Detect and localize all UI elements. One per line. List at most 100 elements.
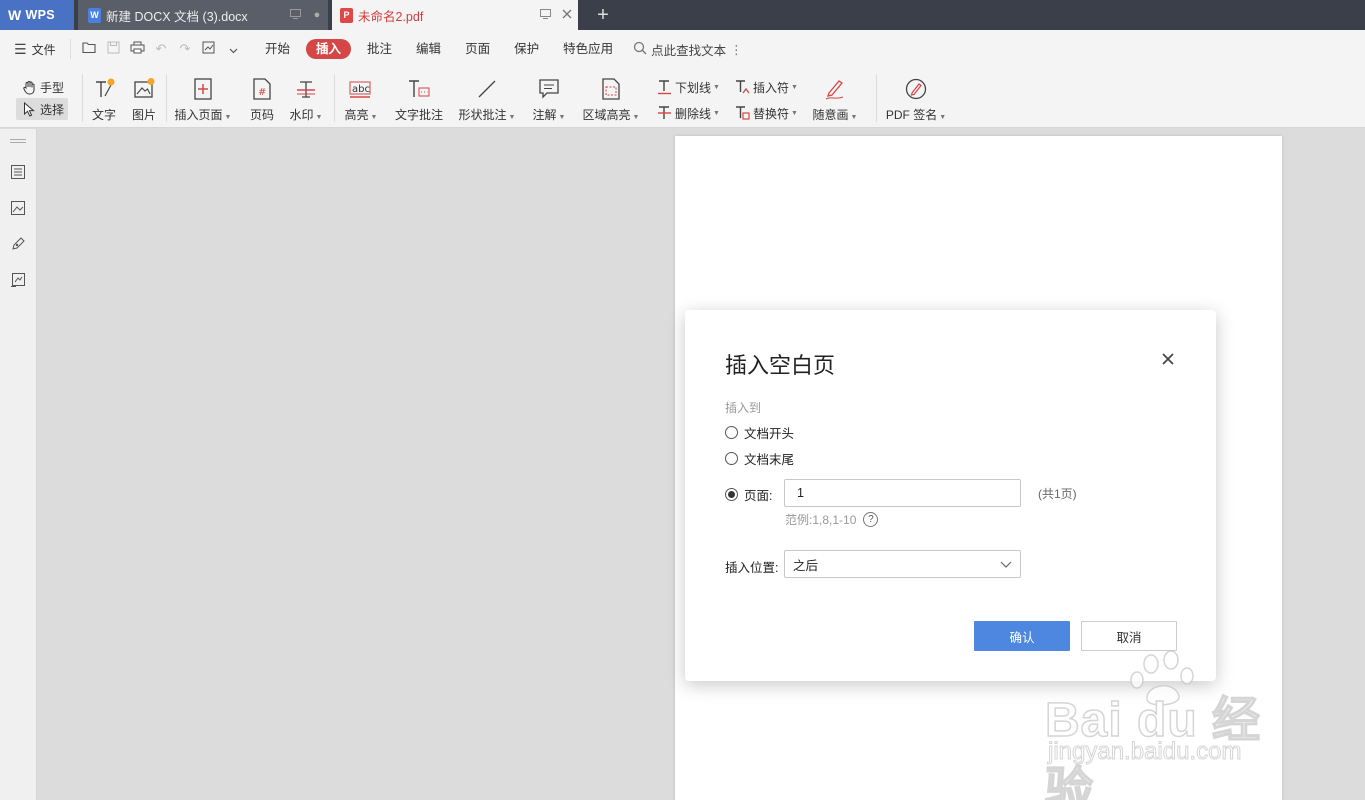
replace-mark-button[interactable]: 替换符 ▼: [733, 102, 805, 124]
insert-text-label: 文字: [91, 108, 116, 122]
tab-edit[interactable]: 编辑: [404, 39, 453, 59]
add-page-icon: [190, 76, 216, 102]
hand-icon: [20, 80, 38, 95]
confirm-button[interactable]: 确认: [974, 621, 1070, 651]
page-number-input[interactable]: [784, 479, 1021, 507]
page-total-label: (共1页): [1038, 487, 1077, 501]
outline-list-icon[interactable]: [8, 162, 28, 182]
ribbon-divider: [876, 74, 877, 122]
select-tool-label: 选择: [40, 102, 65, 117]
find-text-label: 点此查找文本: [651, 43, 727, 58]
freehand-button[interactable]: 随意画 ▼: [810, 68, 860, 128]
underline-icon: [655, 79, 673, 95]
hand-tool-button[interactable]: 手型: [16, 76, 68, 98]
radio-circle[interactable]: [725, 426, 738, 439]
help-question-icon[interactable]: ?: [863, 512, 879, 527]
note-bubble-icon: [536, 76, 562, 102]
cancel-button[interactable]: 取消: [1081, 621, 1177, 651]
annotation-pen-icon[interactable]: [8, 234, 28, 254]
unsaved-dot-icon[interactable]: ●: [306, 9, 328, 21]
radio-circle-selected[interactable]: [725, 488, 738, 501]
radio-document-start[interactable]: 文档开头: [725, 423, 794, 442]
monitor-icon[interactable]: [284, 8, 306, 22]
export-image-icon[interactable]: [197, 41, 221, 57]
close-icon[interactable]: [1159, 350, 1177, 368]
menu-tabs: 开始 插入 批注 编辑 页面 保护 特色应用: [253, 39, 625, 59]
underline-button[interactable]: 下划线 ▼: [655, 76, 725, 98]
tab-pdf-document[interactable]: P 未命名2.pdf: [332, 0, 578, 30]
watermark-icon: [293, 76, 319, 102]
tab-special-apps[interactable]: 特色应用: [551, 39, 625, 59]
insert-position-select[interactable]: 之后: [784, 550, 1021, 578]
new-tab-button[interactable]: +: [590, 0, 616, 30]
redo-icon[interactable]: ↷: [173, 41, 197, 57]
undo-icon[interactable]: ↶: [149, 41, 173, 57]
signature-panel-icon[interactable]: [8, 270, 28, 290]
page-range-example: 范例:1,8,1-10 ?: [785, 511, 879, 528]
strikethrough-icon: [655, 105, 673, 121]
monitor-icon[interactable]: [534, 8, 556, 22]
file-menu-button[interactable]: ☰ 文件: [0, 41, 70, 58]
quick-access-toolbar: ↶ ↷: [70, 39, 245, 59]
signature-pen-icon: [903, 76, 929, 102]
freehand-label: 随意画 ▼: [812, 108, 858, 122]
line-shape-icon: [474, 76, 500, 102]
insert-page-button[interactable]: 插入页面 ▼: [172, 68, 234, 128]
thumbnail-image-icon[interactable]: [8, 198, 28, 218]
radio-page[interactable]: 页面:: [725, 485, 772, 504]
open-folder-icon[interactable]: [77, 41, 101, 57]
annotation-button[interactable]: 注解 ▼: [530, 68, 568, 128]
tab-docx-title: 新建 DOCX 文档 (3).docx: [106, 9, 248, 24]
wps-home-tab[interactable]: W WPS: [0, 0, 74, 30]
annotation-label: 注解 ▼: [532, 108, 566, 122]
wps-label: WPS: [25, 8, 55, 22]
underline-label: 下划线: [675, 80, 712, 95]
insert-mark-label: 插入符: [753, 80, 790, 95]
print-icon[interactable]: [125, 41, 149, 57]
radio-page-label: 页面:: [744, 489, 773, 503]
ribbon-divider: [82, 74, 83, 122]
watermark-button[interactable]: 水印 ▼: [288, 68, 324, 128]
select-tool-button[interactable]: 选择: [16, 98, 68, 120]
insert-mark-button[interactable]: 插入符 ▼: [733, 76, 805, 98]
tab-start[interactable]: 开始: [253, 39, 302, 59]
insert-position-value: 之后: [793, 558, 819, 573]
shape-comment-button[interactable]: 形状批注 ▼: [457, 68, 517, 128]
image-icon: [131, 76, 157, 102]
tab-insert[interactable]: 插入: [306, 39, 352, 59]
close-tab-icon[interactable]: [556, 9, 578, 22]
tab-page[interactable]: 页面: [453, 39, 502, 59]
ribbon-divider: [334, 74, 335, 122]
title-tab-bar: W WPS W 新建 DOCX 文档 (3).docx ● P 未命名2.pdf…: [0, 0, 1365, 30]
highlight-button[interactable]: abc 高亮 ▼: [342, 68, 380, 128]
area-highlight-button[interactable]: 区域高亮 ▼: [582, 68, 640, 128]
page-number-button[interactable]: # 页码: [245, 68, 279, 128]
sidebar-grip-handle[interactable]: [10, 139, 26, 143]
text-comment-button[interactable]: 文字批注: [393, 68, 445, 128]
find-text-button[interactable]: 点此查找文本 ⋮: [633, 40, 743, 59]
text-mark-group-1: 下划线 ▼ 删除线 ▼: [655, 76, 725, 136]
chevron-down-icon[interactable]: [221, 42, 245, 57]
save-icon[interactable]: [101, 41, 125, 57]
insert-page-label: 插入页面 ▼: [174, 108, 232, 122]
file-menu-label: 文件: [31, 42, 56, 57]
insert-image-button[interactable]: 图片: [128, 68, 160, 128]
insert-blank-page-dialog: 插入空白页 插入到 文档开头 文档末尾 页面: (共1页) 范例:1,8,1-1…: [685, 310, 1216, 681]
radio-circle[interactable]: [725, 452, 738, 465]
radio-document-end[interactable]: 文档末尾: [725, 449, 794, 468]
highlight-label: 高亮 ▼: [344, 108, 378, 122]
tab-docx-document[interactable]: W 新建 DOCX 文档 (3).docx ●: [78, 0, 328, 30]
svg-text:abc: abc: [352, 84, 370, 95]
insert-text-button[interactable]: 文字: [88, 68, 120, 128]
tab-comment[interactable]: 批注: [355, 39, 404, 59]
pdf-file-icon: P: [340, 7, 353, 23]
insert-ribbon: 手型 选择 文字 图片 插入页面 ▼ # 页码 水印 ▼ abc 高亮 ▼ 文字…: [0, 68, 1365, 128]
area-highlight-icon: [598, 76, 624, 102]
cursor-arrow-icon: [20, 101, 38, 117]
hamburger-icon: ☰: [14, 40, 27, 57]
more-options-icon[interactable]: ⋮: [730, 42, 743, 57]
pdf-sign-button[interactable]: PDF 签名 ▼: [884, 68, 948, 128]
tab-protect[interactable]: 保护: [502, 39, 551, 59]
strikethrough-button[interactable]: 删除线 ▼: [655, 102, 725, 124]
page-number-label: 页码: [249, 108, 274, 122]
